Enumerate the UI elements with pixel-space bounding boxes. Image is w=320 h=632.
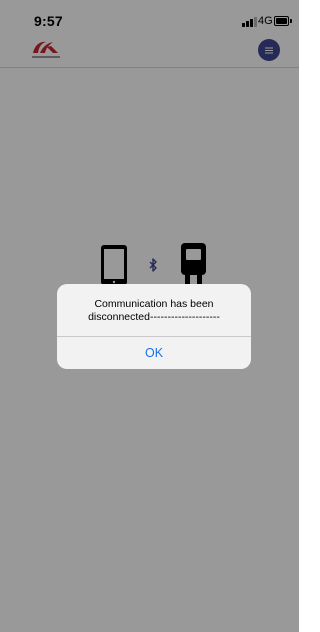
ok-button[interactable]: OK	[57, 337, 251, 369]
app-screen: 9:57 4G Communication has been disconnec…	[0, 0, 299, 632]
alert-dialog: Communication has been disconnected-----…	[57, 284, 251, 369]
alert-message: Communication has been disconnected-----…	[88, 298, 220, 323]
